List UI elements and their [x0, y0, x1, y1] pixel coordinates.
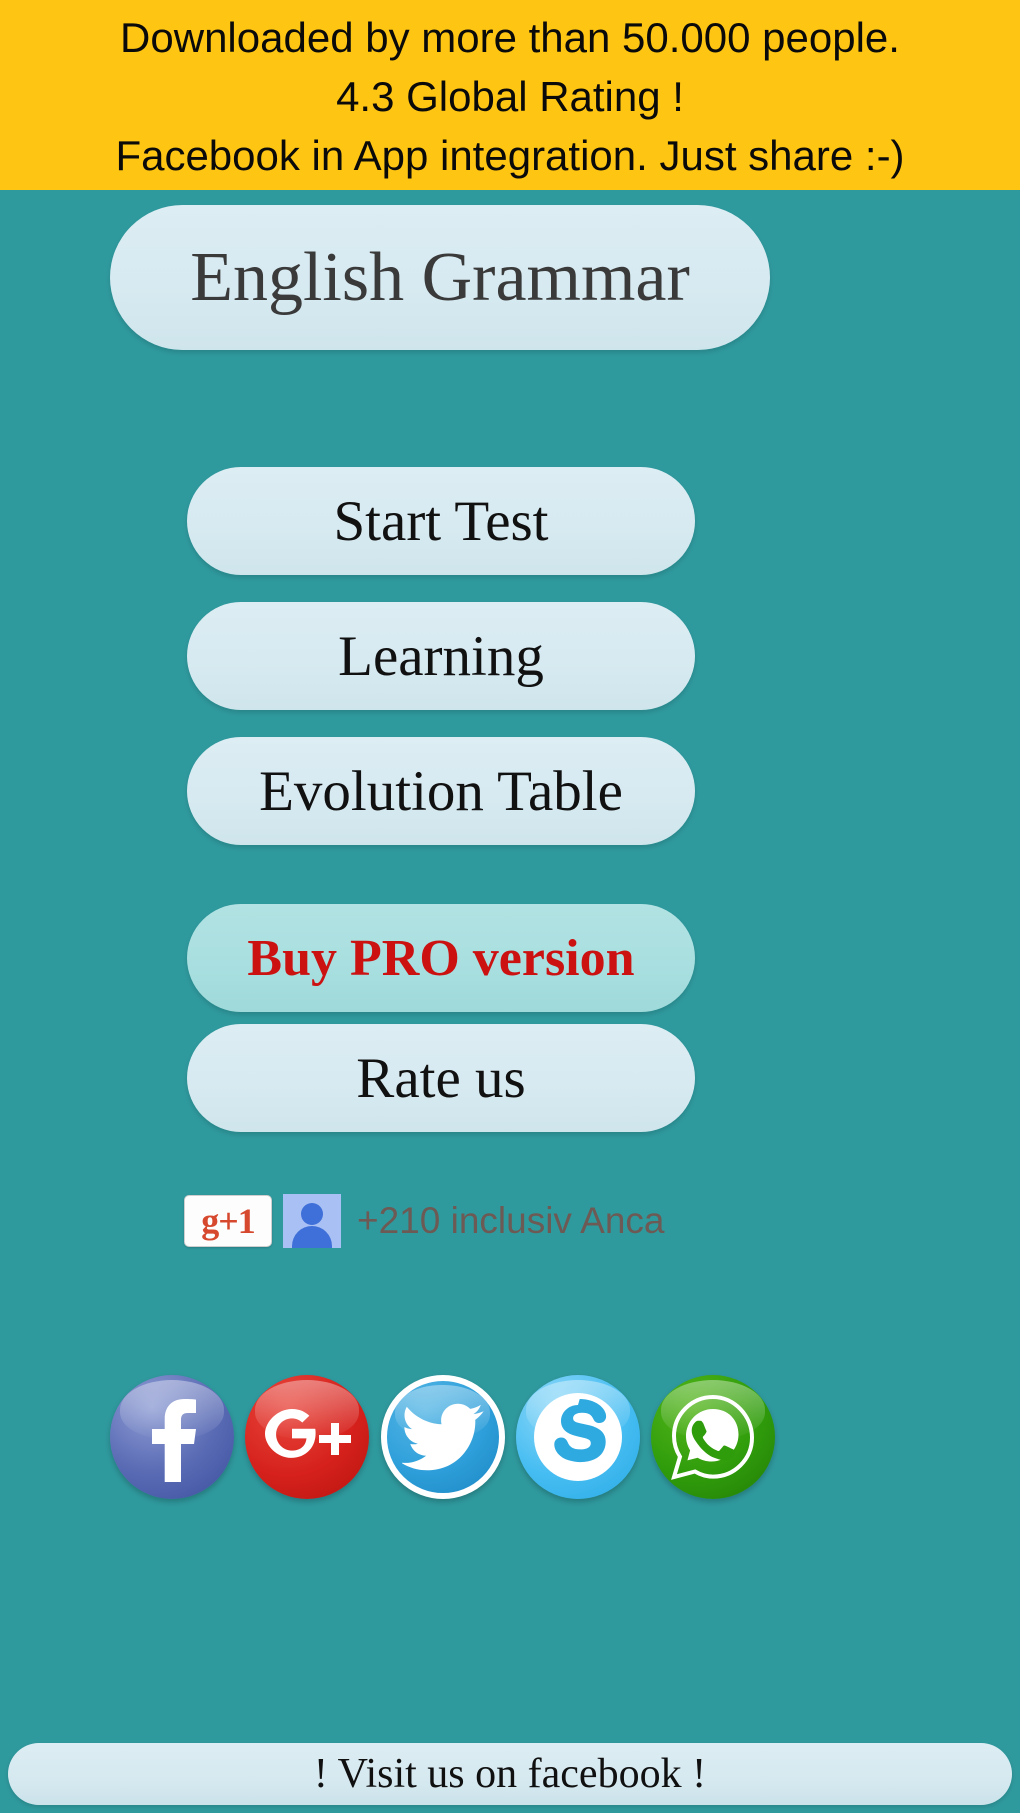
start-test-button[interactable]: Start Test — [187, 467, 695, 575]
google-plus-one-label: g+1 — [201, 1201, 256, 1241]
rate-us-button[interactable]: Rate us — [187, 1024, 695, 1132]
social-links-row — [110, 1357, 775, 1517]
google-plus-one-button[interactable]: g+1 — [184, 1195, 272, 1247]
learning-label: Learning — [338, 624, 544, 688]
app-title-label: English Grammar — [190, 238, 690, 316]
learning-button[interactable]: Learning — [187, 602, 695, 710]
rate-us-label: Rate us — [356, 1046, 526, 1110]
promo-line-downloads: Downloaded by more than 50.000 people. — [120, 13, 900, 61]
google-plus-count-label: +210 inclusiv Anca — [357, 1200, 665, 1241]
avatar-body-shape — [292, 1226, 332, 1248]
skype-icon[interactable] — [515, 1375, 640, 1499]
buy-pro-version-label: Buy PRO version — [247, 929, 635, 987]
evolution-table-label: Evolution Table — [259, 759, 623, 823]
app-main-area: English Grammar Start Test Learning Evol… — [0, 190, 1020, 1813]
buy-pro-version-button[interactable]: Buy PRO version — [187, 904, 695, 1012]
whatsapp-icon[interactable] — [651, 1375, 775, 1499]
visit-facebook-bar[interactable]: ! Visit us on facebook ! — [8, 1743, 1012, 1805]
avatar-head-shape — [301, 1203, 323, 1225]
twitter-icon[interactable] — [380, 1375, 505, 1499]
promo-line-rating: 4.3 Global Rating ! — [336, 72, 684, 120]
promo-line-facebook-integration: Facebook in App integration. Just share … — [115, 131, 905, 179]
googleplus-icon[interactable] — [245, 1375, 370, 1499]
visit-facebook-label: ! Visit us on facebook ! — [313, 1751, 707, 1797]
promo-banner: Downloaded by more than 50.000 people. 4… — [0, 0, 1020, 190]
evolution-table-button[interactable]: Evolution Table — [187, 737, 695, 845]
app-title-banner: English Grammar — [110, 205, 770, 350]
person-icon — [283, 1194, 341, 1248]
start-test-label: Start Test — [333, 489, 549, 553]
google-plus-one-widget: g+1 +210 inclusiv Anca — [184, 1194, 665, 1248]
facebook-icon[interactable] — [110, 1375, 234, 1499]
